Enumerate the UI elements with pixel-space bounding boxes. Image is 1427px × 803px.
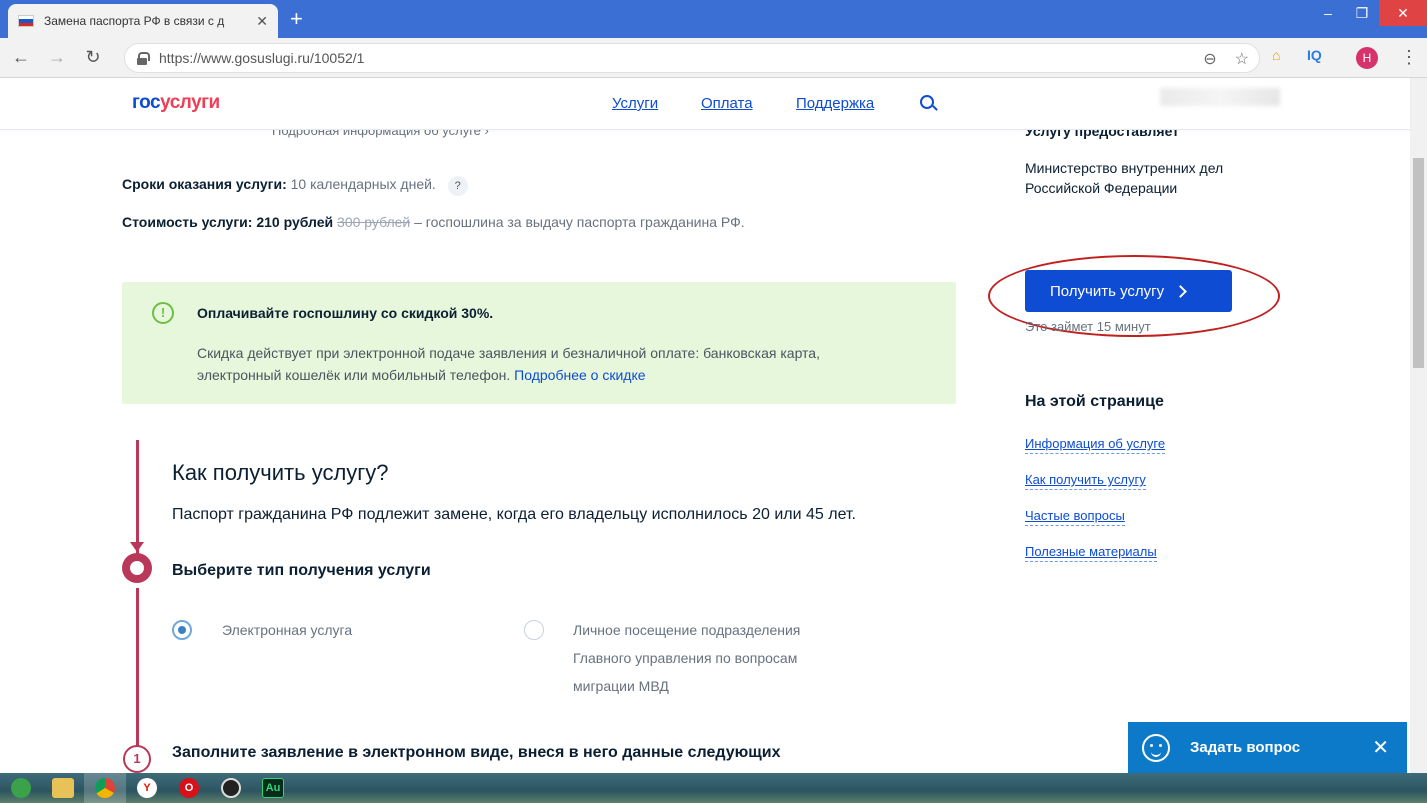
user-name-blurred[interactable] [1160, 88, 1280, 106]
page-content: Подробная информация об услуге › Сроки о… [0, 78, 1410, 773]
step-title: Выберите тип получения услуги [172, 562, 431, 579]
visit-label-line: миграции МВД [573, 678, 669, 694]
ask-question-label: Задать вопрос [1190, 739, 1301, 756]
url-text: https://www.gosuslugi.ru/10052/1 [159, 50, 365, 66]
windows-taskbar: Y O Au [0, 773, 1427, 803]
term-label: Сроки оказания услуги: [122, 176, 287, 192]
gosuslugi-logo[interactable]: госуслуги [132, 92, 220, 114]
taskbar-audition[interactable]: Au [252, 773, 294, 803]
new-tab-button[interactable]: + [290, 6, 303, 32]
step-title: Заполните заявление в электронном виде, … [172, 744, 781, 761]
term-value: 10 календарных дней. [290, 176, 436, 192]
help-icon[interactable]: ? [447, 176, 468, 196]
browser-titlebar: Замена паспорта РФ в связи с д ✕ + ‒ ❐ ✕ [0, 0, 1427, 38]
browser-toolbar: ← → ↻ https://www.gosuslugi.ru/10052/1 ⊖… [0, 38, 1427, 78]
browser-menu-icon[interactable]: ⋮ [1400, 47, 1418, 68]
close-icon[interactable]: ✕ [1372, 735, 1389, 760]
chat-bot-icon [1142, 733, 1170, 762]
lock-icon [137, 52, 150, 65]
taskbar-explorer[interactable] [42, 773, 84, 803]
toc-link-materials[interactable]: Полезные материалы [1025, 544, 1157, 562]
toc-link-info[interactable]: Информация об услуге [1025, 436, 1166, 454]
toc-link-how[interactable]: Как получить услугу [1025, 472, 1146, 490]
folder-icon [52, 778, 74, 798]
toc-title: На этой странице [1025, 393, 1164, 410]
service-cost: Стоимость услуги: 210 рублей 300 рублей … [122, 214, 745, 230]
address-bar[interactable]: https://www.gosuslugi.ru/10052/1 ⊖ ☆ [124, 43, 1260, 73]
taskbar-opera[interactable]: O [168, 773, 210, 803]
back-button[interactable]: ← [6, 47, 36, 68]
visit-label-line: Главного управления по вопросам [573, 650, 798, 666]
home-extension-icon[interactable]: ⌂ [1272, 47, 1280, 63]
radio-personal-visit-label[interactable]: Личное посещение подразделения Главного … [573, 616, 800, 700]
discount-description: Скидка действует при электронной подаче … [197, 345, 820, 383]
taskbar-chrome[interactable] [84, 773, 126, 803]
nav-payment[interactable]: Оплата [701, 95, 753, 112]
start-button[interactable] [0, 773, 42, 803]
iq-extension-icon[interactable]: IQ [1307, 47, 1322, 63]
radio-online-label[interactable]: Электронная услуга [222, 616, 352, 644]
logo-part: услуги [160, 92, 220, 113]
time-estimate: Это займет 15 минут [1025, 319, 1151, 334]
tab-close-icon[interactable]: ✕ [256, 13, 268, 30]
minimize-button[interactable]: ‒ [1311, 0, 1345, 26]
window-close-button[interactable]: ✕ [1379, 0, 1427, 26]
reload-button[interactable]: ↻ [78, 47, 108, 68]
step-number-badge: 1 [123, 745, 151, 773]
section-title: Как получить услугу? [172, 460, 389, 485]
audition-icon: Au [262, 778, 284, 798]
obs-icon [221, 778, 241, 798]
cost-label: Стоимость услуги: [122, 214, 253, 230]
timeline-line [136, 588, 139, 748]
scrollbar-thumb[interactable] [1413, 158, 1424, 368]
yandex-browser-icon: Y [137, 778, 157, 798]
cost-old: 300 рублей [337, 214, 411, 230]
radio-personal-visit[interactable] [524, 620, 544, 640]
section-lead: Паспорт гражданина РФ подлежит замене, к… [172, 506, 856, 523]
chrome-icon [95, 778, 115, 798]
taskbar-yandex[interactable]: Y [126, 773, 168, 803]
site-header: госуслуги Услуги Оплата Поддержка [0, 78, 1410, 130]
nav-services[interactable]: Услуги [612, 95, 658, 112]
browser-tab[interactable]: Замена паспорта РФ в связи с д ✕ [8, 4, 278, 38]
nav-support[interactable]: Поддержка [796, 95, 874, 112]
visit-label-line: Личное посещение подразделения [573, 622, 801, 638]
search-icon[interactable] [920, 95, 934, 109]
russia-flag-icon [18, 15, 34, 27]
bookmark-star-icon[interactable]: ☆ [1235, 49, 1249, 69]
radio-online-service[interactable] [172, 620, 192, 640]
profile-avatar[interactable]: Н [1356, 47, 1378, 69]
provider-name: Министерство внутренних дел Российской Ф… [1025, 160, 1224, 196]
opera-icon: O [179, 778, 199, 798]
info-icon: ! [152, 302, 174, 324]
ask-question-widget[interactable]: Задать вопрос ✕ [1128, 722, 1407, 773]
scrollbar[interactable] [1410, 78, 1427, 773]
windows-logo-icon [11, 778, 31, 798]
cost-note: – госпошлина за выдачу паспорта граждани… [414, 214, 745, 230]
timeline-arrow-icon [130, 542, 144, 552]
window-controls: ‒ ❐ ✕ [1311, 0, 1427, 26]
discount-banner: ! Оплачивайте госпошлину со скидкой 30%.… [122, 282, 956, 404]
discount-title: Оплачивайте госпошлину со скидкой 30%. [197, 305, 494, 321]
cost-value: 210 рублей [256, 214, 334, 230]
forward-button[interactable]: → [42, 47, 72, 68]
tab-title: Замена паспорта РФ в связи с д [44, 14, 225, 28]
service-term: Сроки оказания услуги: 10 календарных дн… [122, 176, 468, 196]
discount-text: Скидка действует при электронной подаче … [197, 342, 897, 386]
discount-details-link[interactable]: Подробнее о скидке [514, 367, 645, 383]
current-step-marker [122, 553, 152, 583]
zoom-icon[interactable]: ⊖ [1203, 49, 1216, 69]
taskbar-obs[interactable] [210, 773, 252, 803]
logo-part: гос [132, 92, 161, 113]
toc-link-faq[interactable]: Частые вопросы [1025, 508, 1125, 526]
maximize-button[interactable]: ❐ [1345, 0, 1379, 26]
